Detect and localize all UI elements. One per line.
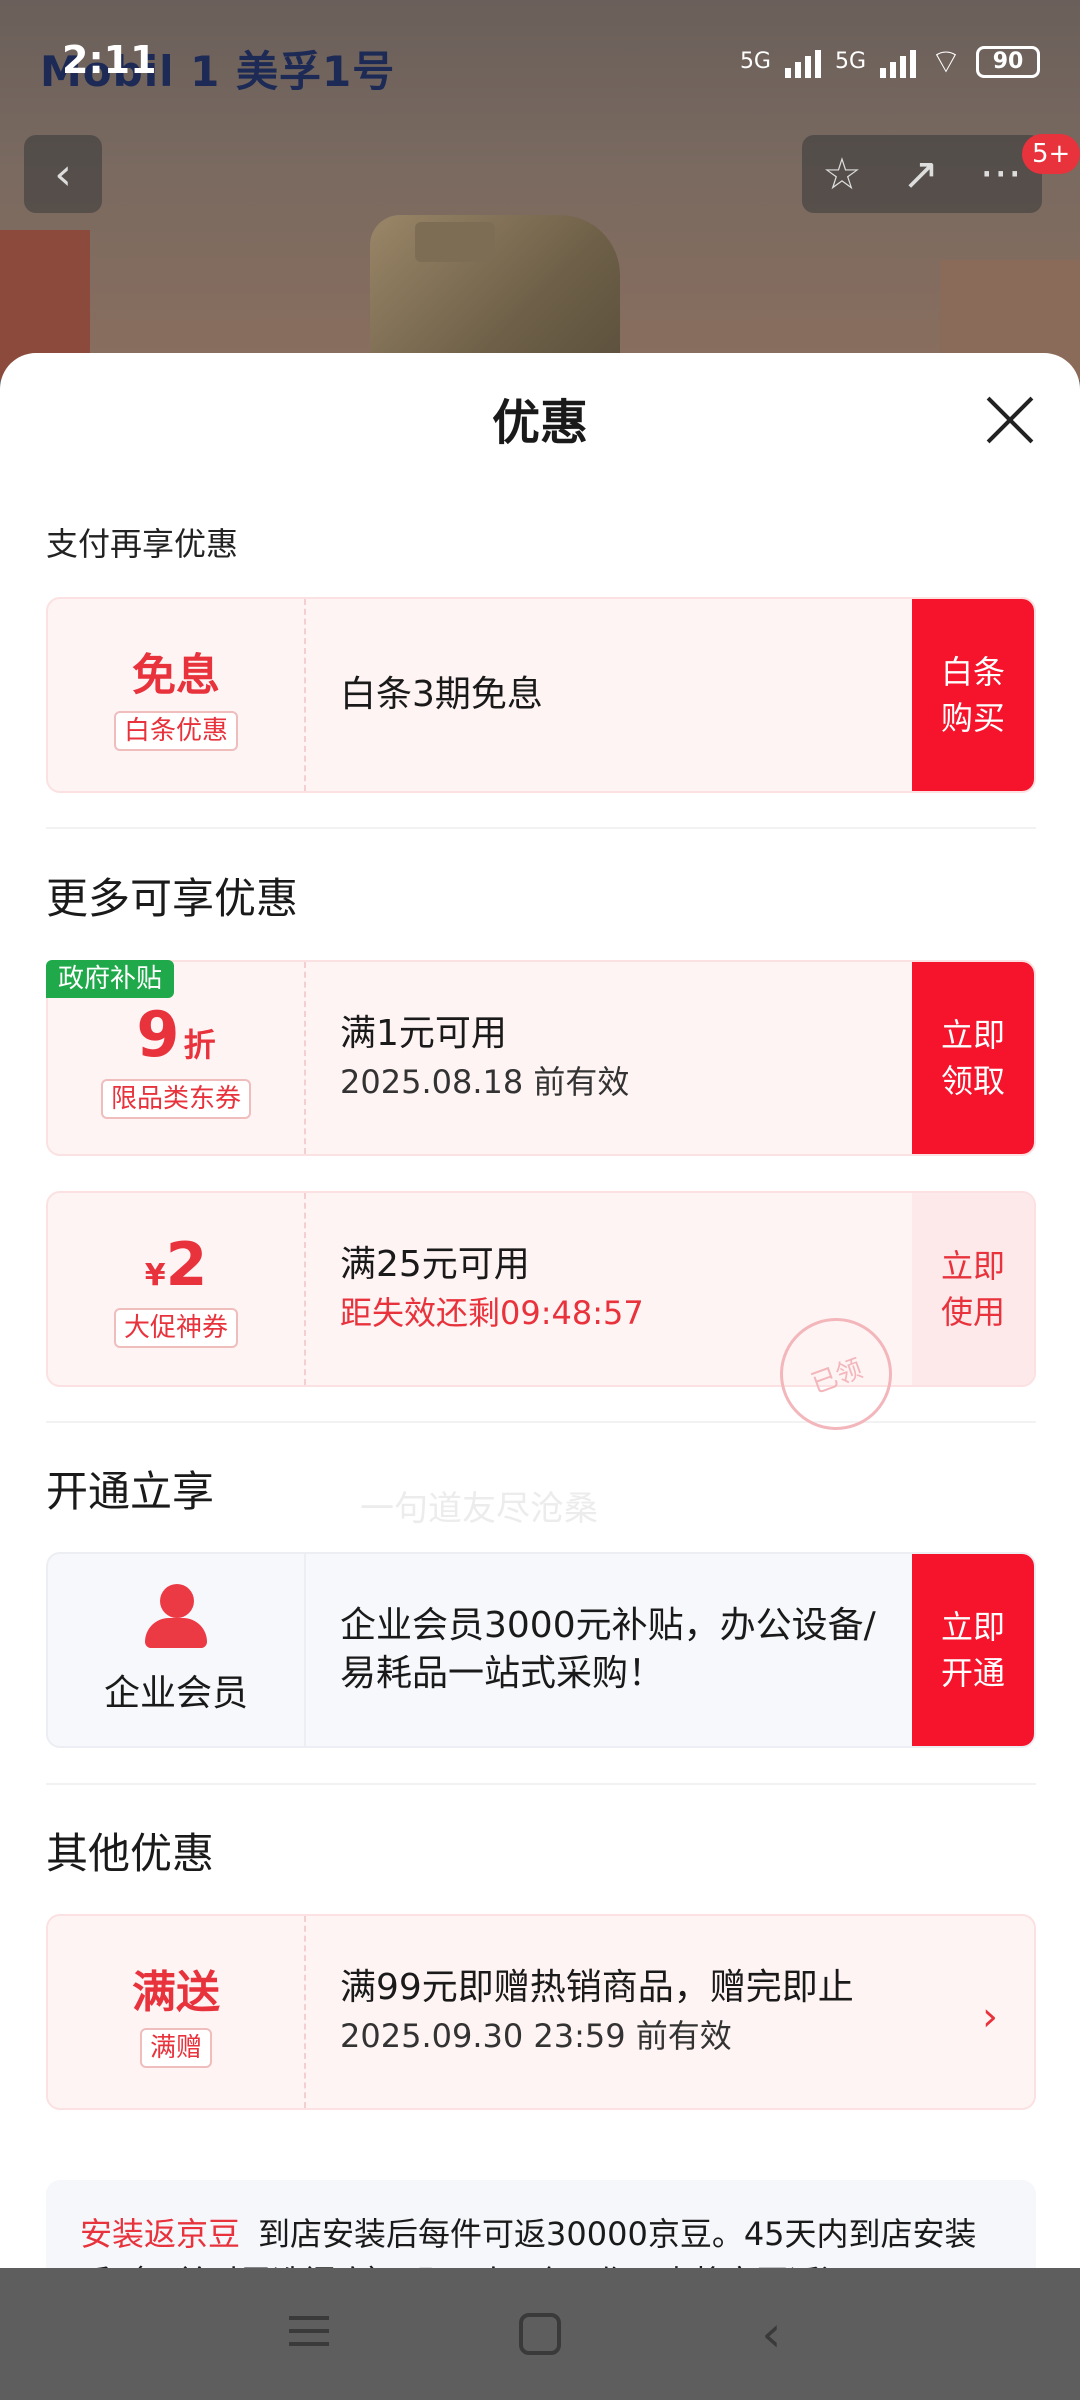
- cta-line: 立即: [940, 1247, 1005, 1285]
- chevron-right-icon: ›: [982, 1994, 998, 2040]
- sheet-title: 优惠: [491, 395, 588, 451]
- discount-number: 9: [136, 997, 180, 1071]
- close-icon[interactable]: [985, 395, 1035, 445]
- member-card: 企业会员 企业会员3000元补贴，办公设备/易耗品一站式采购！ 立即 开通: [46, 1552, 1036, 1748]
- product-image-cap: [415, 222, 495, 262]
- signal-icon: [784, 46, 821, 78]
- cta-line: 使用: [940, 1293, 1005, 1331]
- gift-validity: 2025.09.30 23:59 前有效: [340, 2017, 732, 2055]
- gift-condition: 满99元即赠热销商品，赠完即止: [340, 1967, 854, 2008]
- card-left: 企业会员: [48, 1554, 306, 1746]
- baitiao-buy-button[interactable]: 白条 购买: [912, 599, 1034, 791]
- cta-line: 立即: [940, 1016, 1005, 1054]
- card-text: 白条3期免息: [340, 674, 543, 715]
- status-bar: Mobil 1 美孚1号 2:11 5G 5G ⌔ 90: [0, 0, 1080, 120]
- card-tag: 大促神券: [113, 1308, 238, 1348]
- wifi-icon: ⌔: [930, 42, 962, 82]
- install-highlight: 安装返京豆: [80, 2215, 241, 2253]
- coupon-condition: 满25元可用: [340, 1244, 530, 1285]
- pay-section-label: 支付再享优惠: [46, 525, 239, 563]
- use-coupon-button[interactable]: 立即 使用: [912, 1193, 1034, 1385]
- gov-subsidy-badge: 政府补贴: [46, 960, 175, 998]
- card-left: 满送 满赠: [48, 1916, 306, 2108]
- cta-line: 白条: [940, 653, 1005, 691]
- more-icon[interactable]: ···: [980, 149, 1022, 200]
- coupon-amount: ¥ 2: [145, 1230, 208, 1300]
- cta-line: 领取: [940, 1062, 1005, 1100]
- gift-card[interactable]: 满送 满赠 满99元即赠热销商品，赠完即止 2025.09.30 23:59 前…: [46, 1914, 1036, 2110]
- card-left: 免息 白条优惠: [48, 599, 306, 791]
- amount-number: 2: [165, 1230, 208, 1300]
- open-member-button[interactable]: 立即 开通: [912, 1554, 1034, 1746]
- more-section-title: 更多可享优惠: [46, 874, 299, 923]
- network-label: 5G: [739, 49, 771, 74]
- coupon-condition: 满1元可用: [340, 1013, 507, 1054]
- share-icon[interactable]: ↗: [902, 149, 939, 200]
- back-button[interactable]: ‹: [24, 135, 102, 213]
- card-big-label: 免息: [132, 650, 220, 701]
- signal-icon: [880, 46, 917, 78]
- star-icon[interactable]: ☆: [822, 149, 861, 200]
- discount-sheet: 优惠 支付再享优惠 免息 白条优惠 白条3期免息 白条 购买 更多可享优惠 政府…: [0, 353, 1080, 2268]
- card-tag: 满赠: [139, 2028, 212, 2068]
- nav-back-icon[interactable]: ‹: [744, 2307, 798, 2361]
- divider: [46, 1783, 1036, 1785]
- back-icon: ‹: [54, 148, 72, 200]
- top-toolbar: ☆ ↗ ···: [802, 135, 1042, 213]
- card-content: 企业会员3000元补贴，办公设备/易耗品一站式采购！: [340, 1554, 904, 1746]
- system-nav-bar: ‹: [0, 2268, 1080, 2400]
- claim-coupon-button[interactable]: 立即 领取: [912, 962, 1034, 1154]
- divider: [46, 827, 1036, 829]
- discount-value: 9 折: [136, 998, 215, 1071]
- home-icon[interactable]: [518, 2313, 561, 2355]
- card-content: 满99元即赠热销商品，赠完即止 2025.09.30 23:59 前有效: [340, 1916, 954, 2108]
- message-badge: 5+: [1022, 134, 1080, 174]
- status-icons: 5G 5G ⌔ 90: [740, 40, 1040, 83]
- other-section-title: 其他优惠: [46, 1829, 215, 1878]
- network-label: 5G: [834, 49, 867, 74]
- divider: [46, 1421, 1036, 1423]
- currency-symbol: ¥: [144, 1258, 166, 1293]
- discount-unit: 折: [183, 1025, 216, 1064]
- battery-icon: 90: [976, 45, 1040, 78]
- card-content: 满1元可用 2025.08.18 前有效: [340, 962, 904, 1154]
- user-icon: [143, 1584, 209, 1650]
- coupon-validity: 2025.08.18 前有效: [340, 1063, 630, 1101]
- menu-icon[interactable]: [282, 2307, 336, 2361]
- member-description: 企业会员3000元补贴，办公设备/易耗品一站式采购！: [340, 1605, 876, 1694]
- card-left: ¥ 2 大促神券: [48, 1193, 306, 1385]
- card-tag: 白条优惠: [113, 711, 238, 751]
- cta-line: 购买: [940, 699, 1005, 737]
- status-time: 2:11: [62, 38, 157, 82]
- open-section-title: 开通立享: [46, 1467, 215, 1516]
- member-label: 企业会员: [103, 1673, 248, 1714]
- cta-line: 立即: [940, 1608, 1005, 1646]
- watermark: 一句道友尽沧桑: [360, 1489, 598, 1529]
- card-big-label: 满送: [132, 1967, 220, 2018]
- coupon-card: 9 折 限品类东券 满1元可用 2025.08.18 前有效 立即 领取: [46, 960, 1036, 1156]
- card-tag: 限品类东券: [100, 1078, 251, 1119]
- baitiao-card: 免息 白条优惠 白条3期免息 白条 购买: [46, 597, 1036, 793]
- card-content: 白条3期免息: [340, 599, 904, 791]
- cta-line: 开通: [940, 1654, 1005, 1692]
